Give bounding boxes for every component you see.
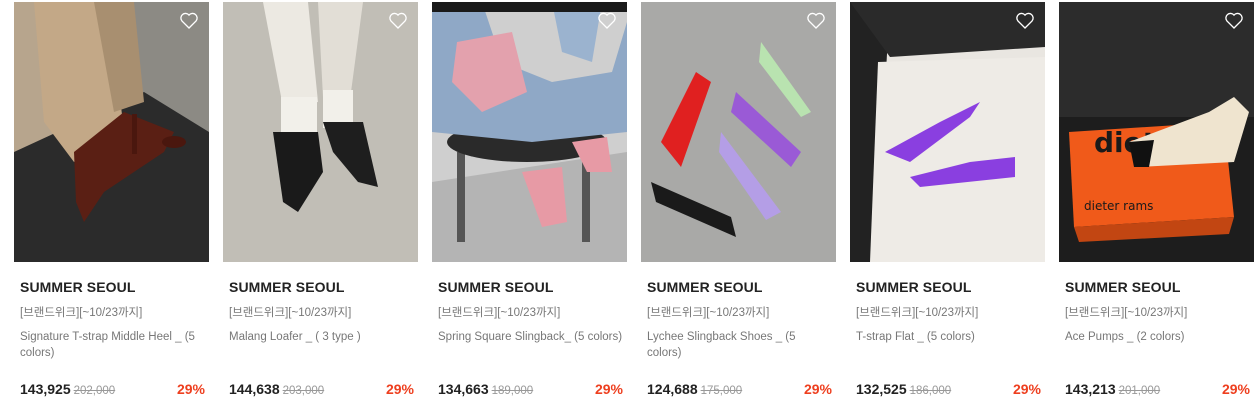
black-loafer-photo <box>223 2 418 262</box>
product-card[interactable]: SUMMER SEOUL [브랜드위크][~10/23까지] T-strap F… <box>850 2 1045 404</box>
promo-tag: [브랜드위크][~10/23까지] <box>1065 307 1188 319</box>
wishlist-heart-icon[interactable] <box>388 11 408 30</box>
sale-price: 143,925 202,000 <box>20 381 115 397</box>
original-price: 186,000 <box>909 385 952 397</box>
original-price: 175,000 <box>700 385 743 397</box>
product-title[interactable]: Lychee Slingback Shoes _ (5 colors) <box>647 329 833 361</box>
pink-slingback-photo <box>432 2 627 262</box>
sale-price-value: 132,525 <box>856 381 907 397</box>
sale-price-value: 124,688 <box>647 381 698 397</box>
wishlist-heart-icon[interactable] <box>597 11 617 30</box>
product-image[interactable] <box>432 2 627 262</box>
brown-tstrap-heel-photo <box>14 2 209 262</box>
promo-tag: [브랜드위크][~10/23까지] <box>856 307 979 319</box>
promo-tag: [브랜드위크][~10/23까지] <box>438 307 561 319</box>
discount-rate: 29% <box>1012 381 1041 397</box>
promo-tag: [브랜드위크][~10/23까지] <box>647 307 770 319</box>
brand-name[interactable]: SUMMER SEOUL <box>856 279 972 295</box>
original-price: 189,000 <box>491 385 534 397</box>
sale-price: 144,638 203,000 <box>229 381 324 397</box>
product-card[interactable]: SUMMER SEOUL [브랜드위크][~10/23까지] Signature… <box>14 2 209 404</box>
product-title[interactable]: Malang Loafer _ ( 3 type ) <box>229 329 415 345</box>
discount-rate: 29% <box>385 381 414 397</box>
sale-price: 124,688 175,000 <box>647 381 742 397</box>
product-card[interactable]: dieter dieter rams SUMMER SEOUL [브랜드위크][… <box>1059 2 1254 404</box>
product-card[interactable]: SUMMER SEOUL [브랜드위크][~10/23까지] Spring Sq… <box>432 2 627 404</box>
brand-name[interactable]: SUMMER SEOUL <box>1065 279 1181 295</box>
wishlist-heart-icon[interactable] <box>1224 11 1244 30</box>
sale-price-value: 143,213 <box>1065 381 1116 397</box>
product-image[interactable] <box>223 2 418 262</box>
brand-name[interactable]: SUMMER SEOUL <box>647 279 763 295</box>
brand-name[interactable]: SUMMER SEOUL <box>229 279 345 295</box>
product-card[interactable]: SUMMER SEOUL [브랜드위크][~10/23까지] Malang Lo… <box>223 2 418 404</box>
sale-price: 143,213 201,000 <box>1065 381 1160 397</box>
original-price: 203,000 <box>282 385 325 397</box>
discount-rate: 29% <box>1221 381 1250 397</box>
purple-tstrap-flat-photo <box>850 2 1045 262</box>
product-title[interactable]: Signature T-strap Middle Heel _ (5 color… <box>20 329 206 361</box>
wishlist-heart-icon[interactable] <box>806 11 826 30</box>
wishlist-heart-icon[interactable] <box>179 11 199 30</box>
product-title[interactable]: T-strap Flat _ (5 colors) <box>856 329 1042 345</box>
promo-tag: [브랜드위크][~10/23까지] <box>229 307 352 319</box>
sale-price-value: 134,663 <box>438 381 489 397</box>
sale-price-value: 143,925 <box>20 381 71 397</box>
sale-price-value: 144,638 <box>229 381 280 397</box>
product-title[interactable]: Spring Square Slingback_ (5 colors) <box>438 329 624 345</box>
book-title-text: dieter rams <box>1084 199 1153 213</box>
discount-rate: 29% <box>176 381 205 397</box>
product-title[interactable]: Ace Pumps _ (2 colors) <box>1065 329 1251 345</box>
discount-rate: 29% <box>594 381 623 397</box>
original-price: 202,000 <box>73 385 116 397</box>
colorful-slingbacks-photo <box>641 2 836 262</box>
brand-name[interactable]: SUMMER SEOUL <box>20 279 136 295</box>
discount-rate: 29% <box>803 381 832 397</box>
product-image[interactable] <box>641 2 836 262</box>
product-card[interactable]: SUMMER SEOUL [브랜드위크][~10/23까지] Lychee Sl… <box>641 2 836 404</box>
product-image[interactable] <box>850 2 1045 262</box>
sale-price: 132,525 186,000 <box>856 381 951 397</box>
promo-tag: [브랜드위크][~10/23까지] <box>20 307 143 319</box>
product-image[interactable] <box>14 2 209 262</box>
brand-name[interactable]: SUMMER SEOUL <box>438 279 554 295</box>
wishlist-heart-icon[interactable] <box>1015 11 1035 30</box>
sale-price: 134,663 189,000 <box>438 381 533 397</box>
ace-pumps-on-book-photo: dieter dieter rams <box>1059 2 1254 262</box>
product-image[interactable]: dieter dieter rams <box>1059 2 1254 262</box>
original-price: 201,000 <box>1118 385 1161 397</box>
